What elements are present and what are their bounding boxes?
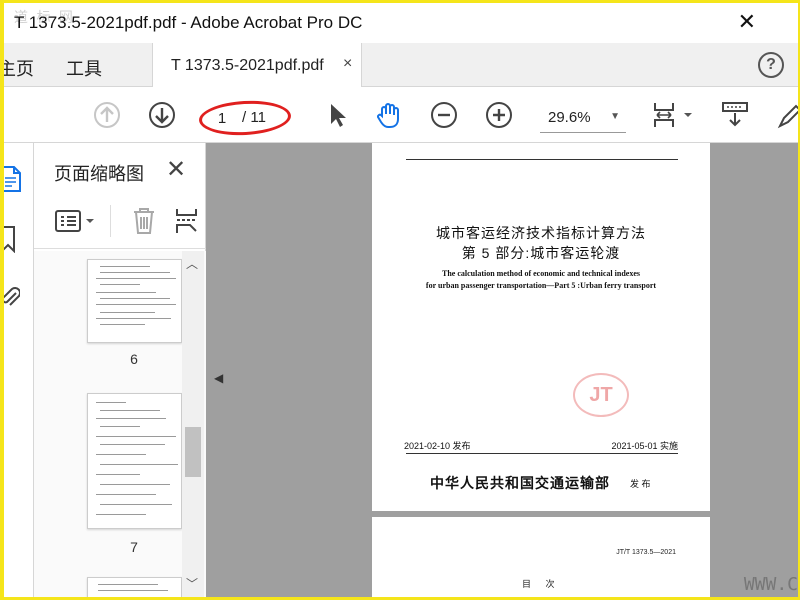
document-title-cn: 城市客运经济技术指标计算方法: [436, 225, 646, 241]
acrobat-window: 道 标 网 T 1373.5-2021pdf.pdf - Adobe Acrob…: [4, 3, 798, 597]
tab-document-label: T 1373.5-2021pdf.pdf: [171, 57, 324, 74]
jt-seal-logo: JT: [573, 373, 629, 417]
navigation-rail: [4, 143, 34, 597]
document-subtitle-cn: 第 5 部分:城市客运轮渡: [461, 245, 621, 261]
pdf-page-2: JT/T 1373.5—2021 目 次: [372, 517, 710, 597]
thumbnail-page-number: 7: [130, 539, 138, 555]
edit-pen-icon[interactable]: [776, 100, 798, 130]
collapse-panel-icon[interactable]: ◀: [214, 371, 223, 385]
scroll-mode-icon[interactable]: [720, 100, 750, 130]
standard-code: JT/T 1373.5—2021: [616, 549, 676, 556]
thumbnail-options-icon[interactable]: [54, 209, 98, 233]
toc-heading: 目 次: [522, 579, 561, 589]
tab-bar: 主页 工具 T 1373.5-2021pdf.pdf × ?: [4, 43, 798, 87]
zoom-out-icon[interactable]: [429, 100, 459, 130]
thumbnail-page[interactable]: [87, 577, 182, 597]
issue-date: 2021-02-10 发布: [404, 441, 471, 451]
hand-tool-icon[interactable]: [374, 100, 404, 130]
effective-date: 2021-05-01 实施: [611, 441, 678, 451]
insert-page-icon[interactable]: [174, 207, 200, 235]
attachment-icon[interactable]: [4, 283, 20, 309]
toolbar-divider: [110, 205, 111, 237]
document-canvas[interactable]: ◀ 城市客运经济技术指标计算方法 第 5 部分:城市客运轮渡 The calcu…: [206, 143, 798, 597]
zoom-select[interactable]: 29.6% ▼: [540, 105, 626, 133]
thumbnail-page-number: 6: [130, 351, 138, 367]
prev-page-icon[interactable]: [92, 100, 122, 130]
thumbnail-panel: 页面缩略图 ✕ 6 7 ︿ ﹀: [34, 143, 206, 597]
window-title: T 1373.5-2021pdf.pdf - Adobe Acrobat Pro…: [14, 13, 363, 32]
thumbnail-page[interactable]: [87, 259, 182, 343]
page-thumbnails-icon[interactable]: [4, 165, 22, 193]
select-pointer-icon[interactable]: [322, 100, 352, 130]
top-rule: [406, 159, 678, 160]
next-page-icon[interactable]: [147, 100, 177, 130]
bookmark-icon[interactable]: [4, 225, 18, 253]
chevron-down-icon[interactable]: ﹀: [186, 575, 198, 592]
document-title-en-line1: The calculation method of economic and t…: [442, 269, 640, 278]
zoom-in-icon[interactable]: [484, 100, 514, 130]
zoom-value: 29.6%: [548, 109, 591, 126]
scrollbar-thumb[interactable]: [185, 427, 201, 477]
delete-page-icon[interactable]: [132, 207, 156, 235]
page-fit-icon[interactable]: [650, 100, 696, 130]
thumbnail-page[interactable]: [87, 393, 182, 529]
tab-tools[interactable]: 工具: [66, 55, 102, 81]
publisher: 中华人民共和国交通运输部: [430, 476, 610, 492]
window-close-button[interactable]: ✕: [738, 9, 756, 35]
pdf-page-1: 城市客运经济技术指标计算方法 第 5 部分:城市客运轮渡 The calcula…: [372, 143, 710, 511]
tab-document[interactable]: T 1373.5-2021pdf.pdf ×: [152, 43, 362, 87]
bottom-rule: [406, 453, 678, 454]
tab-home[interactable]: 主页: [4, 55, 34, 81]
chevron-up-icon[interactable]: ︿: [186, 255, 198, 272]
title-bar: 道 标 网 T 1373.5-2021pdf.pdf - Adobe Acrob…: [4, 3, 798, 43]
document-title-en-line2: for urban passenger transportation—Part …: [425, 281, 657, 290]
help-button[interactable]: ?: [758, 52, 784, 78]
main-toolbar: / 11 29.6% ▼: [4, 87, 798, 143]
publish-word: 发 布: [630, 479, 651, 489]
chevron-down-icon: ▼: [610, 111, 620, 122]
thumbnail-panel-close-button[interactable]: ✕: [166, 155, 186, 184]
thumbnail-toolbar: [34, 193, 206, 249]
annotation-ring: [198, 98, 292, 138]
thumbnail-list: 6 7 ︿ ﹀: [34, 251, 206, 597]
thumbnail-panel-title: 页面缩略图: [54, 164, 144, 184]
corner-watermark: WWW.C: [743, 574, 798, 595]
tab-close-button[interactable]: ×: [343, 55, 352, 73]
thumbnail-scrollbar[interactable]: ︿ ﹀: [182, 251, 204, 597]
